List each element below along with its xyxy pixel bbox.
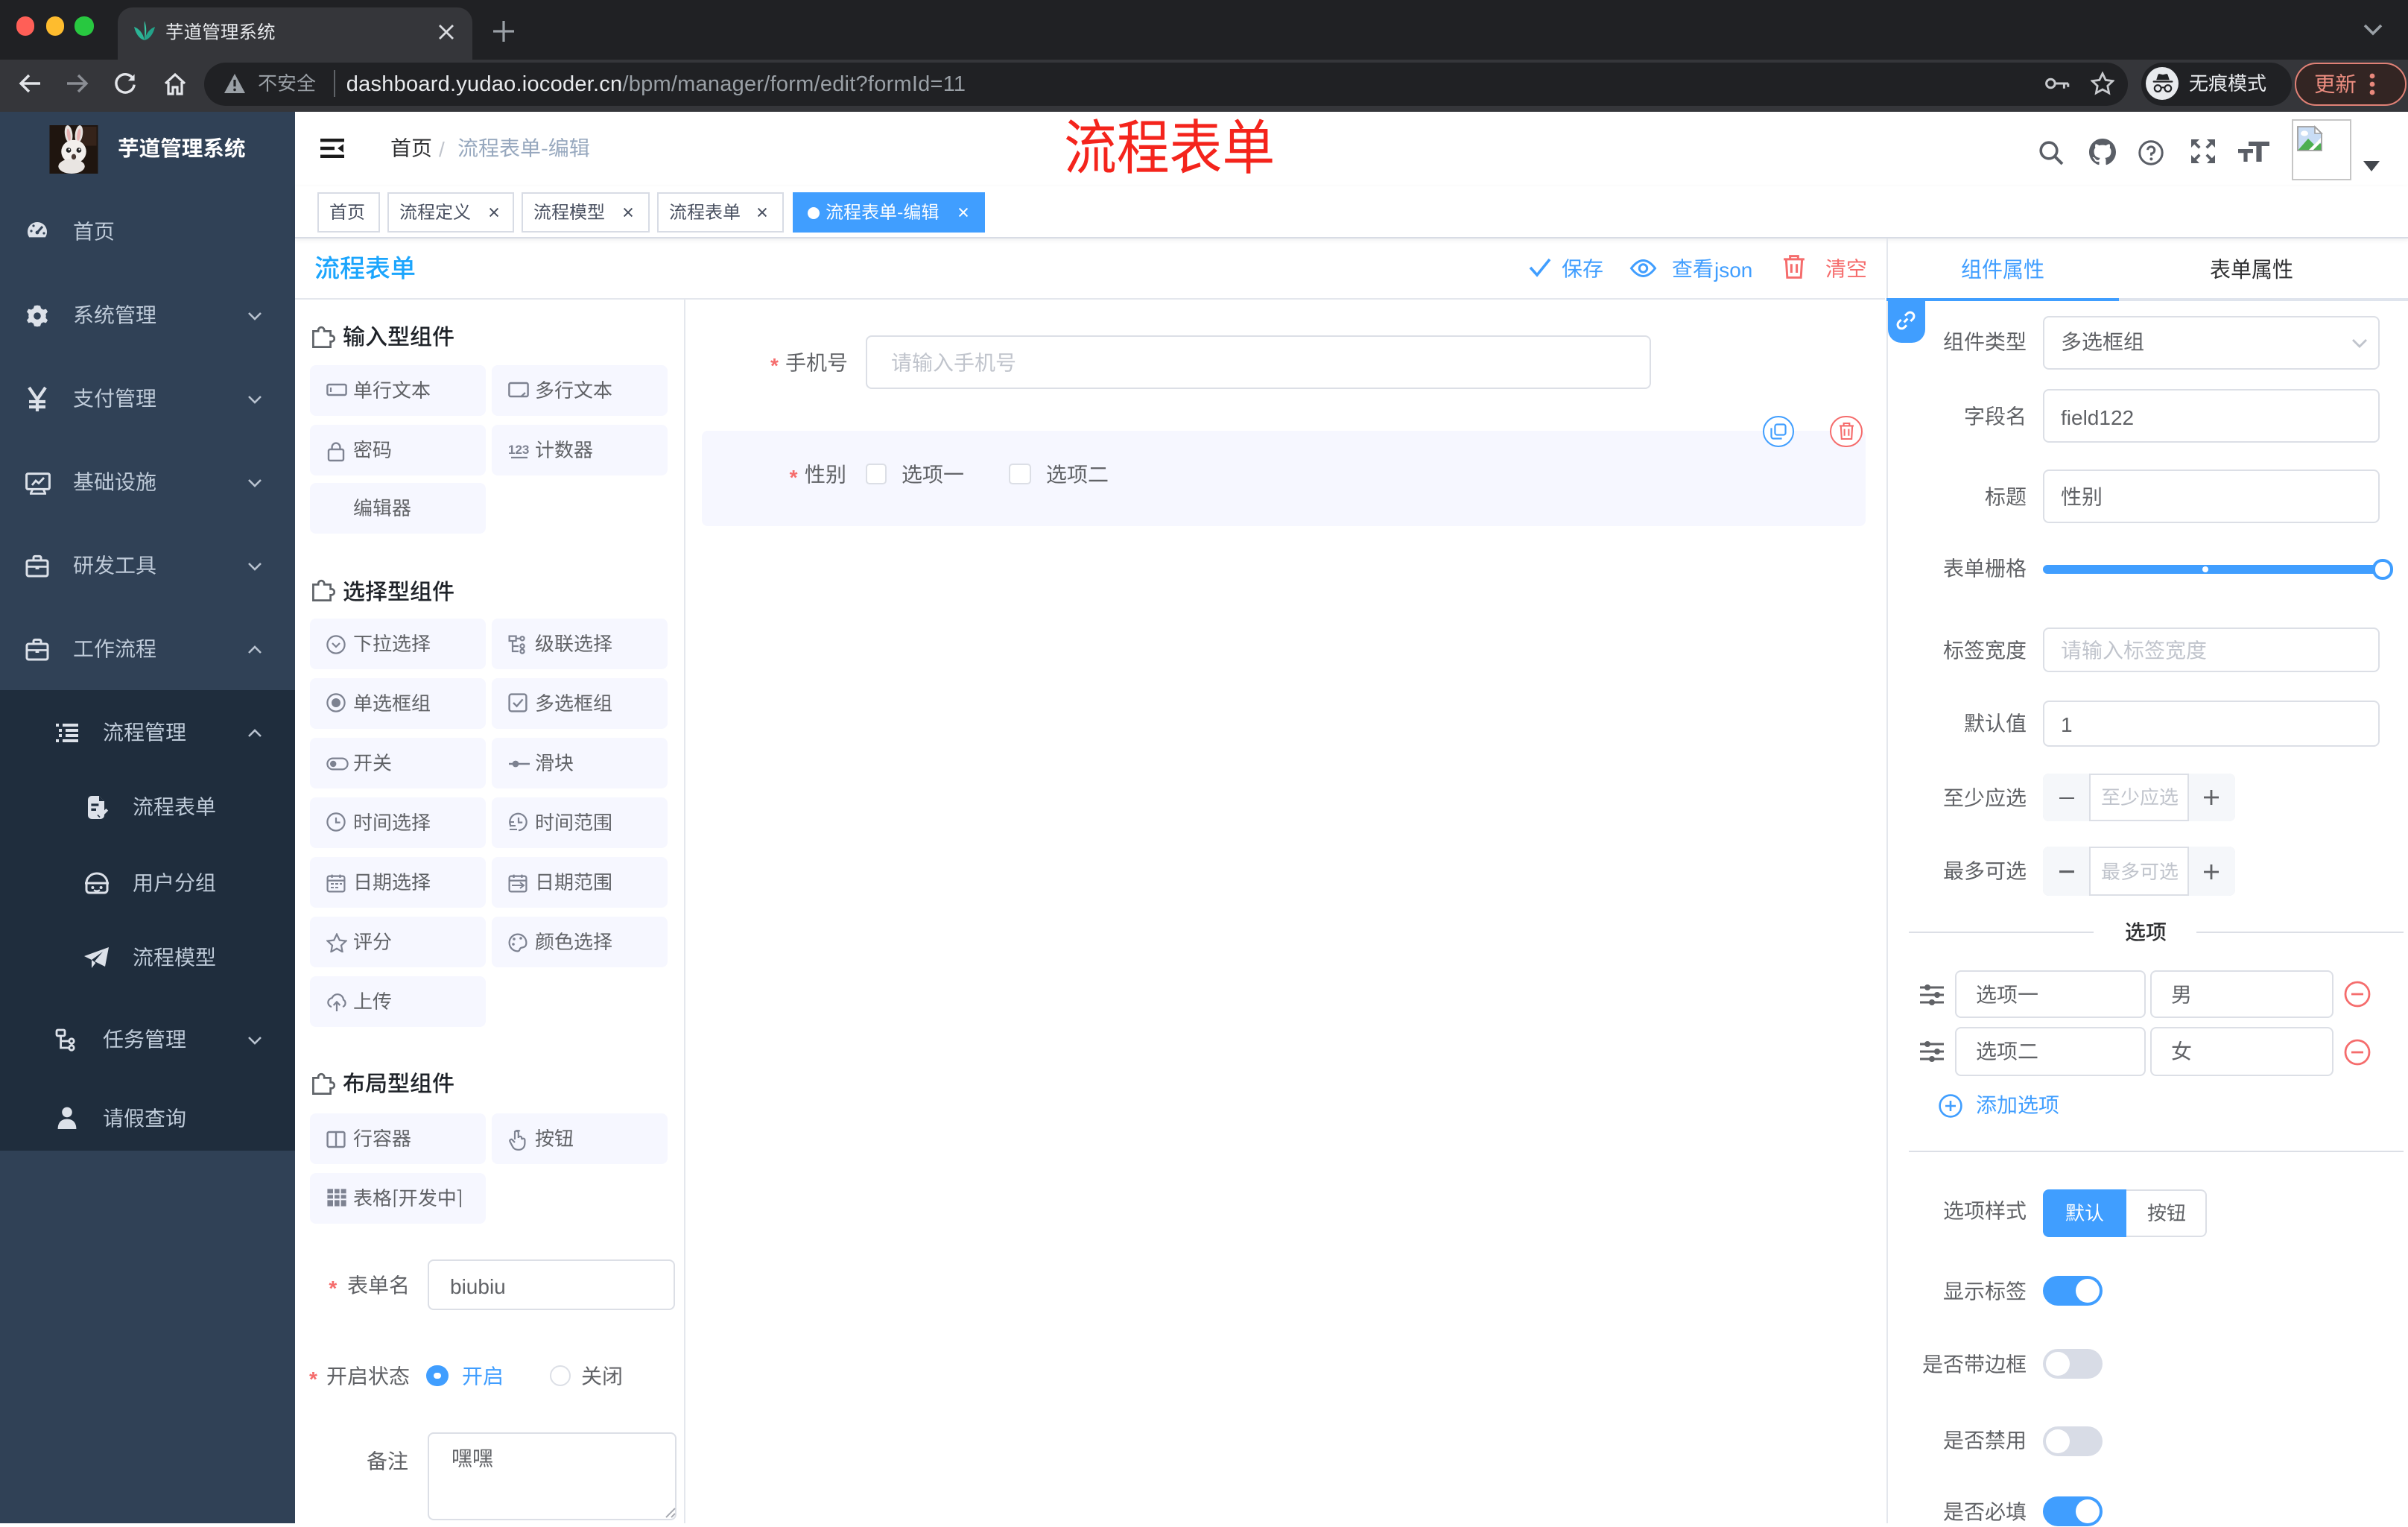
svg-text:123: 123 (508, 442, 529, 456)
